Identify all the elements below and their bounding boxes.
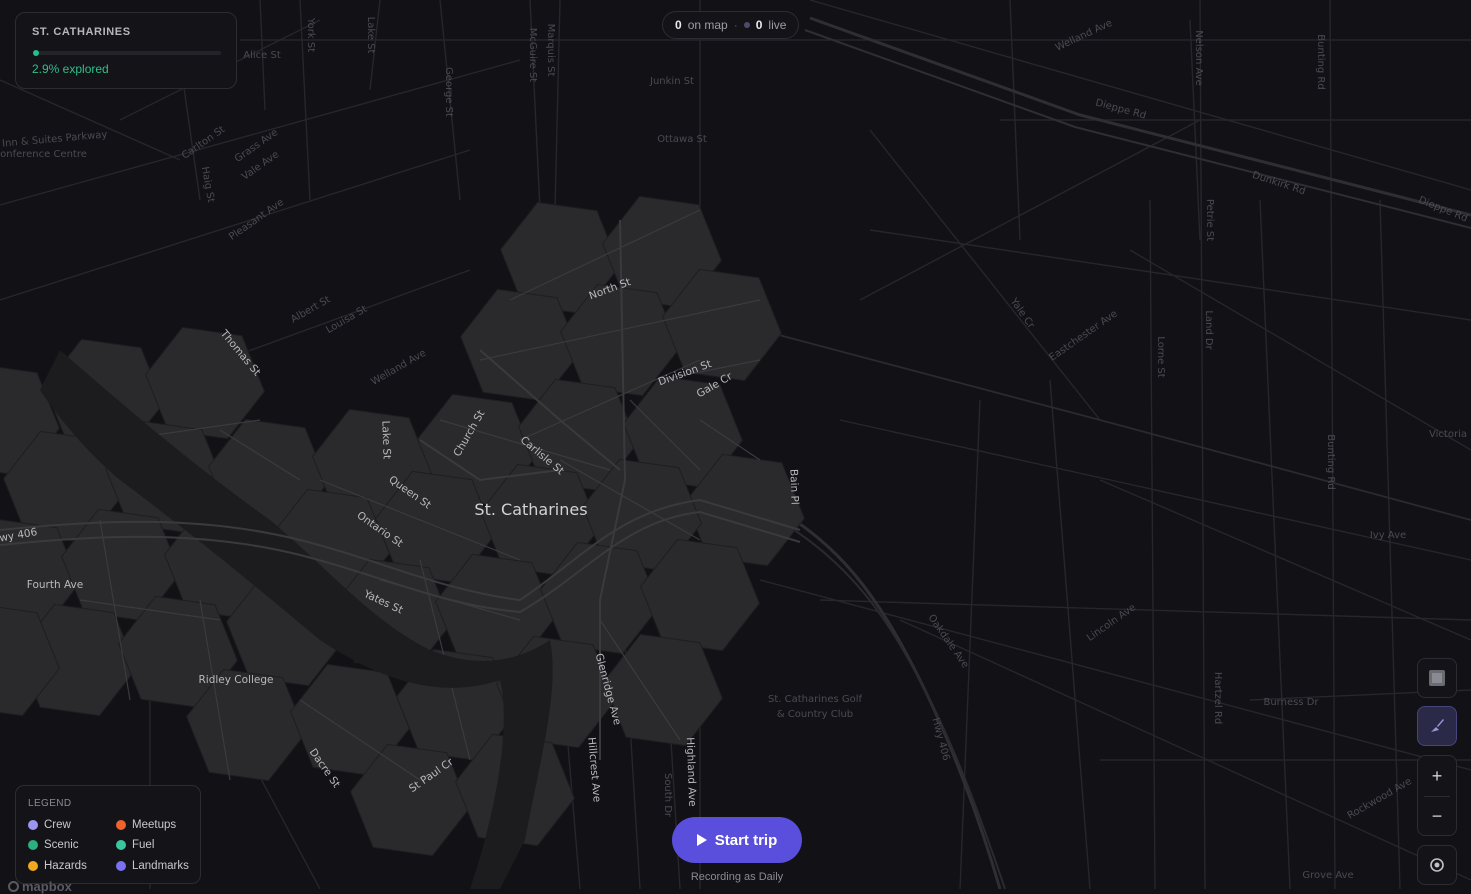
- exploration-panel: ST. CATHARINES 2.9% explored: [15, 12, 237, 89]
- street-label: & Country Club: [777, 709, 853, 720]
- street-label: St. Catharines Golf: [768, 694, 863, 705]
- street-label: Hartzel Rd: [1212, 672, 1223, 724]
- mapbox-logo: mapbox: [8, 879, 72, 894]
- locate-me-button[interactable]: [1417, 845, 1457, 885]
- street-label: Land Dr: [1203, 310, 1214, 350]
- zoom-in-button[interactable]: +: [1418, 756, 1456, 796]
- street-label: Lake St: [379, 420, 392, 459]
- street-label: Junkin St: [649, 76, 694, 87]
- legend-label: Meetups: [132, 819, 177, 831]
- brush-icon: [1431, 719, 1444, 732]
- mapbox-mark-icon: [8, 881, 19, 892]
- city-label: St. Catharines: [474, 500, 587, 519]
- street-label: Grove Ave: [1302, 870, 1353, 881]
- street-label: George St: [443, 67, 454, 117]
- zoom-out-button[interactable]: −: [1418, 796, 1456, 836]
- legend-label: Crew: [44, 819, 71, 831]
- landmarks-dot-icon: [116, 861, 126, 871]
- live-count: 0: [755, 18, 763, 32]
- heatmap-toggle[interactable]: [1417, 706, 1457, 746]
- street-label: Alice St: [243, 50, 281, 61]
- recording-mode-text: Recording as Daily: [690, 871, 784, 883]
- legend-label: Fuel: [132, 839, 155, 851]
- street-label: South Dr: [662, 773, 673, 818]
- hazards-dot-icon: [28, 861, 38, 871]
- street-label: Ridley College: [199, 674, 274, 686]
- street-label: Burness Dr: [1263, 697, 1319, 708]
- legend-title: LEGEND: [28, 798, 72, 809]
- map-style-toggle[interactable]: [1417, 658, 1457, 698]
- street-label: Ottawa St: [657, 134, 707, 145]
- live-dot-icon: [743, 22, 750, 28]
- live-label: live: [768, 18, 787, 32]
- street-label: Ivy Ave: [1370, 530, 1406, 541]
- street-label: Bunting Rd: [1325, 434, 1336, 489]
- street-label: Fourth Ave: [27, 579, 83, 591]
- play-icon: [696, 834, 707, 846]
- street-label: McGuire St: [527, 28, 538, 83]
- legend-label: Scenic: [44, 839, 79, 851]
- street-label: Bunting Rd: [1315, 34, 1326, 89]
- start-trip-button[interactable]: Start trip: [672, 817, 802, 863]
- fuel-dot-icon: [116, 840, 126, 850]
- street-label: Petrie St: [1204, 199, 1215, 241]
- start-trip-label: Start trip: [714, 831, 778, 849]
- legend-panel: LEGEND Crew Meetups Scenic Fuel Hazards …: [15, 785, 201, 884]
- street-label: York St: [305, 17, 316, 52]
- crew-dot-icon: [28, 820, 38, 830]
- city-name: ST. CATHARINES: [32, 26, 131, 38]
- street-label: Victoria: [1429, 429, 1467, 440]
- map-layer-icon: [1429, 670, 1445, 686]
- legend-item-meetups: Meetups: [116, 819, 176, 831]
- map-counter: 0 on map · 0 live: [662, 11, 800, 39]
- counter-separator: ·: [733, 18, 738, 32]
- locate-icon: [1430, 858, 1444, 872]
- street-label: Nelson Ave: [1193, 30, 1204, 86]
- legend-label: Hazards: [44, 860, 87, 872]
- street-label: Conference Centre: [0, 149, 87, 160]
- street-label: Lorne St: [1155, 336, 1166, 377]
- street-label: Lake St: [365, 17, 376, 54]
- street-label: Marquis St: [545, 24, 556, 77]
- exploration-progress-bar: [33, 50, 221, 56]
- legend-label: Landmarks: [132, 860, 189, 872]
- legend-item-landmarks: Landmarks: [116, 860, 189, 872]
- explored-percentage: 2.9% explored: [32, 62, 109, 76]
- legend-item-scenic: Scenic: [28, 839, 79, 851]
- exploration-progress-fill: [33, 50, 39, 56]
- zoom-controls: + −: [1417, 755, 1457, 836]
- street-label: Bain Pl: [787, 469, 800, 505]
- on-map-count: 0: [675, 18, 682, 32]
- meetups-dot-icon: [116, 820, 126, 830]
- legend-item-crew: Crew: [28, 819, 71, 831]
- mapbox-wordmark: mapbox: [22, 879, 72, 894]
- on-map-label: on map: [687, 18, 728, 32]
- scenic-dot-icon: [28, 840, 38, 850]
- legend-item-hazards: Hazards: [28, 860, 87, 872]
- map-canvas[interactable]: Welland AveDieppe RdDunkirk RdDieppe RdJ…: [0, 0, 1471, 889]
- legend-item-fuel: Fuel: [116, 839, 154, 851]
- street-label: Highland Ave: [684, 737, 698, 807]
